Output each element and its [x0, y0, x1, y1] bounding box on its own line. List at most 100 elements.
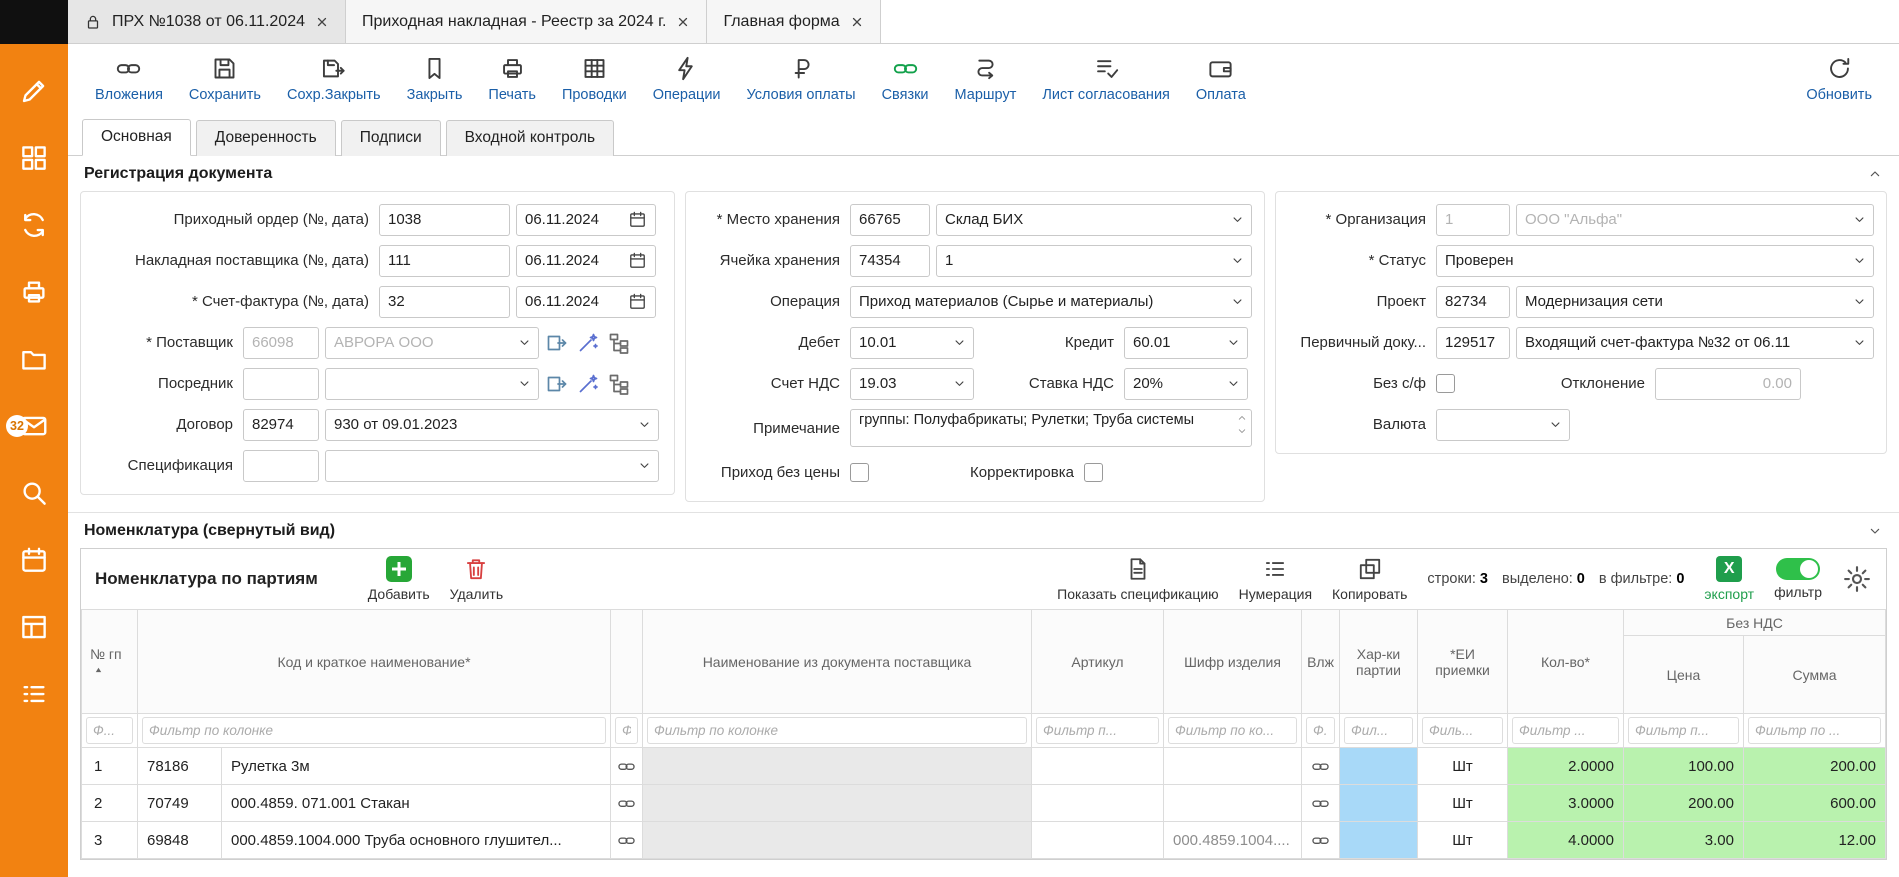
supplier-code-input[interactable]	[243, 327, 319, 359]
cell-name[interactable]: 000.4859. 071.001 Стакан	[222, 785, 611, 822]
sidebar-item-files[interactable]	[19, 344, 49, 374]
cell-sum[interactable]: 12.00	[1744, 822, 1886, 859]
filter-input-sum[interactable]	[1748, 717, 1881, 744]
cell-cipher[interactable]	[1164, 785, 1302, 822]
supplier-invoice-number-input[interactable]	[379, 245, 510, 277]
filter-input-num[interactable]	[86, 717, 133, 744]
contract-select[interactable]: 930 от 09.01.2023	[325, 409, 659, 441]
vat-account-select[interactable]: 19.03	[850, 368, 974, 400]
storage-select[interactable]: Склад БИХ	[936, 204, 1252, 236]
correction-checkbox[interactable]	[1084, 463, 1103, 482]
status-select[interactable]: Проверен	[1436, 245, 1874, 277]
calendar-icon[interactable]	[628, 251, 647, 270]
intermediary-wizard-button[interactable]	[574, 370, 601, 397]
supplier-open-card-button[interactable]	[543, 329, 570, 356]
approval-sheet-button[interactable]: Лист согласования	[1029, 51, 1183, 107]
credit-select[interactable]: 60.01	[1124, 327, 1248, 359]
save-button[interactable]: Сохранить	[176, 51, 274, 107]
filter-toggle-button[interactable]: фильтр	[1774, 558, 1822, 600]
filter-input-supplier-name[interactable]	[647, 717, 1027, 744]
sidebar-item-edit[interactable]	[19, 76, 49, 106]
postings-button[interactable]: Проводки	[549, 51, 640, 107]
supplier-hierarchy-button[interactable]	[605, 329, 632, 356]
cell-batch-props[interactable]	[1340, 822, 1418, 859]
doc-tab-input-control[interactable]: Входной контроль	[446, 120, 614, 156]
sidebar-item-sync[interactable]	[19, 210, 49, 240]
organization-select[interactable]: ООО "Альфа"	[1516, 204, 1874, 236]
cell-unit[interactable]: Шт	[1418, 785, 1508, 822]
sidebar-item-modules[interactable]	[19, 143, 49, 173]
storage-code-input[interactable]	[850, 204, 930, 236]
cell-num[interactable]: 3	[82, 822, 138, 859]
intermediary-open-card-button[interactable]	[543, 370, 570, 397]
window-tab-document[interactable]: ПРХ №1038 от 06.11.2024	[68, 0, 346, 43]
invoice-date-input[interactable]: 06.11.2024	[516, 286, 656, 318]
cell-link[interactable]	[611, 785, 643, 822]
save-close-button[interactable]: Сохр.Закрыть	[274, 51, 394, 107]
calendar-icon[interactable]	[628, 292, 647, 311]
cell-cipher[interactable]: 000.4859.1004....	[1164, 822, 1302, 859]
specification-code-input[interactable]	[243, 450, 319, 482]
cell-article[interactable]	[1032, 822, 1164, 859]
cell-qty[interactable]: 4.0000	[1508, 822, 1624, 859]
cell-batch-props[interactable]	[1340, 748, 1418, 785]
collapse-up-icon[interactable]	[1867, 166, 1883, 182]
doc-tab-main[interactable]: Основная	[82, 119, 191, 156]
window-tab-register[interactable]: Приходная накладная - Реестр за 2024 г.	[346, 0, 707, 43]
cell-attach[interactable]	[1302, 785, 1340, 822]
cell-num[interactable]: 1	[82, 748, 138, 785]
cell-sum[interactable]: 200.00	[1744, 748, 1886, 785]
table-row[interactable]: 2 70749 000.4859. 071.001 Стакан Шт 3.00…	[82, 785, 1886, 822]
organization-code-input[interactable]	[1436, 204, 1510, 236]
cell-name[interactable]: 000.4859.1004.000 Труба основного глушит…	[222, 822, 611, 859]
filter-input-unit[interactable]	[1422, 717, 1503, 744]
cell-article[interactable]	[1032, 748, 1164, 785]
project-select[interactable]: Модернизация сети	[1516, 286, 1874, 318]
cell-supplier-name[interactable]	[643, 785, 1032, 822]
cell-price[interactable]: 100.00	[1624, 748, 1744, 785]
cell-qty[interactable]: 2.0000	[1508, 748, 1624, 785]
close-doc-button[interactable]: Закрыть	[394, 51, 476, 107]
cell-code[interactable]: 70749	[138, 785, 222, 822]
table-row[interactable]: 3 69848 000.4859.1004.000 Труба основног…	[82, 822, 1886, 859]
debit-select[interactable]: 10.01	[850, 327, 974, 359]
filter-input-attach[interactable]	[1306, 717, 1335, 744]
doc-tab-power-of-attorney[interactable]: Доверенность	[196, 120, 336, 156]
note-textarea[interactable]: группы: Полуфабрикаты; Рулетки; Труба си…	[850, 409, 1252, 447]
window-tab-main-form[interactable]: Главная форма	[707, 0, 880, 43]
intermediary-code-input[interactable]	[243, 368, 319, 400]
payment-button[interactable]: Оплата	[1183, 51, 1259, 107]
project-code-input[interactable]	[1436, 286, 1510, 318]
cell-article[interactable]	[1032, 785, 1164, 822]
order-number-input[interactable]	[379, 204, 510, 236]
filter-input-price[interactable]	[1628, 717, 1739, 744]
cell-unit[interactable]: Шт	[1418, 822, 1508, 859]
storage-cell-select[interactable]: 1	[936, 245, 1252, 277]
supplier-invoice-date-input[interactable]: 06.11.2024	[516, 245, 656, 277]
supplier-wizard-button[interactable]	[574, 329, 601, 356]
col-header-num[interactable]: № гп	[82, 610, 138, 714]
storage-cell-code-input[interactable]	[850, 245, 930, 277]
cell-supplier-name[interactable]	[643, 748, 1032, 785]
collapse-down-icon[interactable]	[1867, 523, 1883, 539]
cell-supplier-name[interactable]	[643, 822, 1032, 859]
specification-select[interactable]	[325, 450, 659, 482]
sidebar-item-print[interactable]	[19, 277, 49, 307]
refresh-button[interactable]: Обновить	[1793, 51, 1885, 107]
operation-select[interactable]: Приход материалов (Сырье и материалы)	[850, 286, 1252, 318]
filter-input-link[interactable]	[615, 717, 638, 744]
cell-unit[interactable]: Шт	[1418, 748, 1508, 785]
primary-doc-code-input[interactable]	[1436, 327, 1510, 359]
cell-cipher[interactable]	[1164, 748, 1302, 785]
filter-input-article[interactable]	[1036, 717, 1159, 744]
cell-price[interactable]: 200.00	[1624, 785, 1744, 822]
order-date-input[interactable]: 06.11.2024	[516, 204, 656, 236]
cell-code[interactable]: 69848	[138, 822, 222, 859]
sidebar-item-menu[interactable]	[19, 679, 49, 709]
filter-input-batch-props[interactable]	[1344, 717, 1413, 744]
currency-select[interactable]	[1436, 409, 1570, 441]
intermediary-hierarchy-button[interactable]	[605, 370, 632, 397]
sidebar-item-tables[interactable]	[19, 612, 49, 642]
gear-icon[interactable]	[1842, 564, 1872, 594]
print-button[interactable]: Печать	[475, 51, 549, 107]
